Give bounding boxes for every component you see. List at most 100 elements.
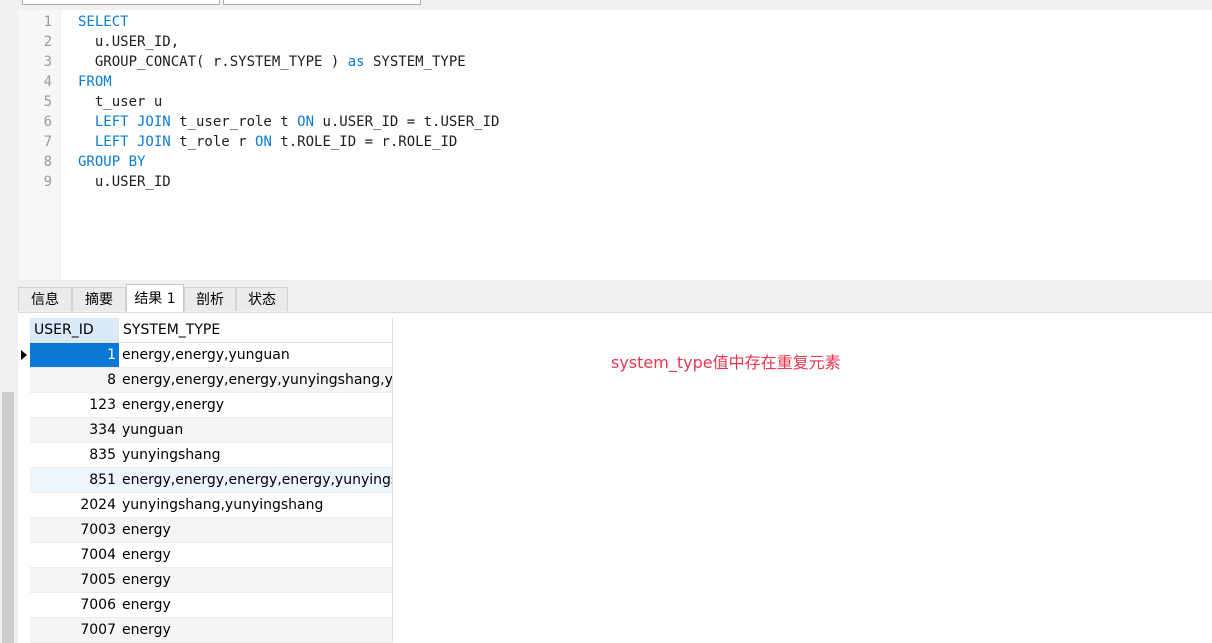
table-row[interactable]: 334 yunguan	[18, 418, 393, 443]
tab-profile[interactable]: 剖析	[184, 287, 236, 311]
cell-system-type[interactable]: energy	[119, 568, 393, 593]
row-selector[interactable]	[18, 468, 30, 493]
line-number: 6	[43, 114, 52, 130]
code-line[interactable]: GROUP_CONCAT( r.SYSTEM_TYPE ) as SYSTEM_…	[78, 52, 466, 72]
vertical-scrollbar-thumb[interactable]	[2, 392, 14, 643]
row-selector[interactable]	[18, 418, 30, 443]
line-number: 1	[43, 14, 52, 30]
cell-system-type[interactable]: yunyingshang	[119, 443, 393, 468]
cell-system-type[interactable]: energy	[119, 518, 393, 543]
code-line[interactable]: t_user u	[78, 92, 162, 112]
code-line[interactable]: SELECT	[78, 12, 129, 32]
cell-user-id[interactable]: 123	[30, 393, 119, 418]
sql-keyword: SELECT	[78, 14, 129, 30]
table-row[interactable]: 123 energy,energy	[18, 393, 393, 418]
cell-user-id[interactable]: 334	[30, 418, 119, 443]
cell-user-id[interactable]: 7007	[30, 618, 119, 643]
result-grid[interactable]: USER_ID SYSTEM_TYPE 1 energy,energy,yungu…	[18, 313, 393, 643]
cell-user-id[interactable]: 1	[30, 343, 119, 368]
sql-keyword: LEFT JOIN	[94, 114, 171, 130]
row-selector[interactable]	[18, 568, 30, 593]
cell-user-id[interactable]: 2024	[30, 493, 119, 518]
cell-system-type[interactable]: energy	[119, 593, 393, 618]
toolbar-box-left[interactable]	[22, 0, 220, 5]
cell-system-type[interactable]: energy	[119, 543, 393, 568]
cell-system-type[interactable]: energy,energy,energy,energy,yunyingshang	[119, 468, 393, 493]
sql-text: u.USER_ID,	[78, 34, 180, 50]
code-line[interactable]: u.USER_ID	[78, 172, 171, 192]
cell-user-id[interactable]: 7005	[30, 568, 119, 593]
line-number: 4	[43, 74, 52, 90]
annotation-note: system_type值中存在重复元素	[611, 353, 841, 372]
cell-system-type[interactable]: energy	[119, 618, 393, 643]
table-row[interactable]: 7004 energy	[18, 543, 393, 568]
sql-keyword: LEFT JOIN	[94, 134, 171, 150]
sql-keyword: ON	[255, 134, 272, 150]
tab-info[interactable]: 信息	[18, 287, 72, 311]
row-selector[interactable]	[18, 493, 30, 518]
sql-text: t_user_role t	[170, 114, 298, 130]
toolbar-box-right[interactable]	[223, 0, 421, 5]
line-number: 2	[43, 34, 52, 50]
column-header-system-type[interactable]: SYSTEM_TYPE	[119, 318, 393, 343]
sql-text: GROUP_CONCAT( r.SYSTEM_TYPE )	[78, 54, 348, 70]
column-header-user-id[interactable]: USER_ID	[30, 318, 119, 343]
table-row[interactable]: 8energy,energy,energy,yunyingshang,yungu…	[18, 368, 393, 393]
result-tab-bar: 信息 摘要 结果 1 剖析 状态	[18, 284, 1212, 313]
tab-status[interactable]: 状态	[236, 287, 288, 311]
row-selector[interactable]	[18, 368, 30, 393]
row-selector[interactable]	[18, 343, 30, 368]
table-row[interactable]: 1 energy,energy,yunguan	[18, 343, 393, 368]
cell-user-id[interactable]: 835	[30, 443, 119, 468]
table-row[interactable]: 835 yunyingshang	[18, 443, 393, 468]
row-selector[interactable]	[18, 393, 30, 418]
sql-editor[interactable]: 1 2 3 4 5 6 7 8 9 SELECT u.USER_ID, GROU…	[18, 10, 1212, 280]
sql-text: t_role r	[170, 134, 256, 150]
sql-text: t_user u	[78, 94, 163, 110]
sql-text: t.ROLE_ID = r.ROLE_ID	[271, 134, 458, 150]
cell-system-type[interactable]: energy,energy	[119, 393, 393, 418]
grid-header: USER_ID SYSTEM_TYPE	[18, 318, 393, 343]
table-row[interactable]: 7005 energy	[18, 568, 393, 593]
sql-text: u.USER_ID	[78, 174, 171, 190]
row-selector[interactable]	[18, 543, 30, 568]
tab-summary[interactable]: 摘要	[72, 287, 126, 311]
table-row[interactable]: 2024 yunyingshang,yunyingshang	[18, 493, 393, 518]
cell-user-id[interactable]: 7006	[30, 593, 119, 618]
code-line[interactable]: GROUP BY	[78, 152, 145, 172]
line-number: 5	[43, 94, 52, 110]
line-number-gutter: 1 2 3 4 5 6 7 8 9	[18, 10, 61, 280]
sql-keyword: as	[347, 54, 365, 70]
code-line[interactable]: LEFT JOIN t_user_role t ON u.USER_ID = t…	[78, 112, 500, 132]
line-number: 3	[43, 54, 52, 70]
toolbar-remnant	[18, 0, 1212, 10]
cell-user-id[interactable]: 851	[30, 468, 119, 493]
table-row[interactable]: 7006 energy	[18, 593, 393, 618]
sql-text: u.USER_ID = t.USER_ID	[314, 114, 500, 130]
code-line[interactable]: FROM	[78, 72, 112, 92]
cell-user-id[interactable]: 8	[30, 368, 119, 393]
row-selector[interactable]	[18, 593, 30, 618]
cell-system-type[interactable]: yunyingshang,yunyingshang	[119, 493, 393, 518]
cell-user-id[interactable]: 7004	[30, 543, 119, 568]
line-number: 7	[43, 134, 52, 150]
cell-user-id[interactable]: 7003	[30, 518, 119, 543]
row-selector[interactable]	[18, 443, 30, 468]
row-selector[interactable]	[18, 518, 30, 543]
line-number: 8	[43, 154, 52, 170]
sql-keyword: ON	[297, 114, 315, 130]
table-row[interactable]: 7003 energy	[18, 518, 393, 543]
row-selector[interactable]	[18, 618, 30, 643]
code-line[interactable]: LEFT JOIN t_role r ON t.ROLE_ID = r.ROLE…	[78, 132, 457, 152]
sql-text: SYSTEM_TYPE	[364, 54, 466, 70]
cell-system-type[interactable]: yunguan	[119, 418, 393, 443]
table-row[interactable]: 7007 energy	[18, 618, 393, 643]
table-row[interactable]: 851energy,energy,energy,energy,yunyingsh…	[18, 468, 393, 493]
tab-result-1[interactable]: 结果 1	[126, 284, 184, 312]
current-row-arrow-icon	[21, 350, 27, 360]
cell-system-type[interactable]: energy,energy,yunguan	[119, 343, 393, 368]
code-line[interactable]: u.USER_ID,	[78, 32, 179, 52]
cell-system-type[interactable]: energy,energy,energy,yunyingshang,yungua…	[119, 368, 393, 393]
